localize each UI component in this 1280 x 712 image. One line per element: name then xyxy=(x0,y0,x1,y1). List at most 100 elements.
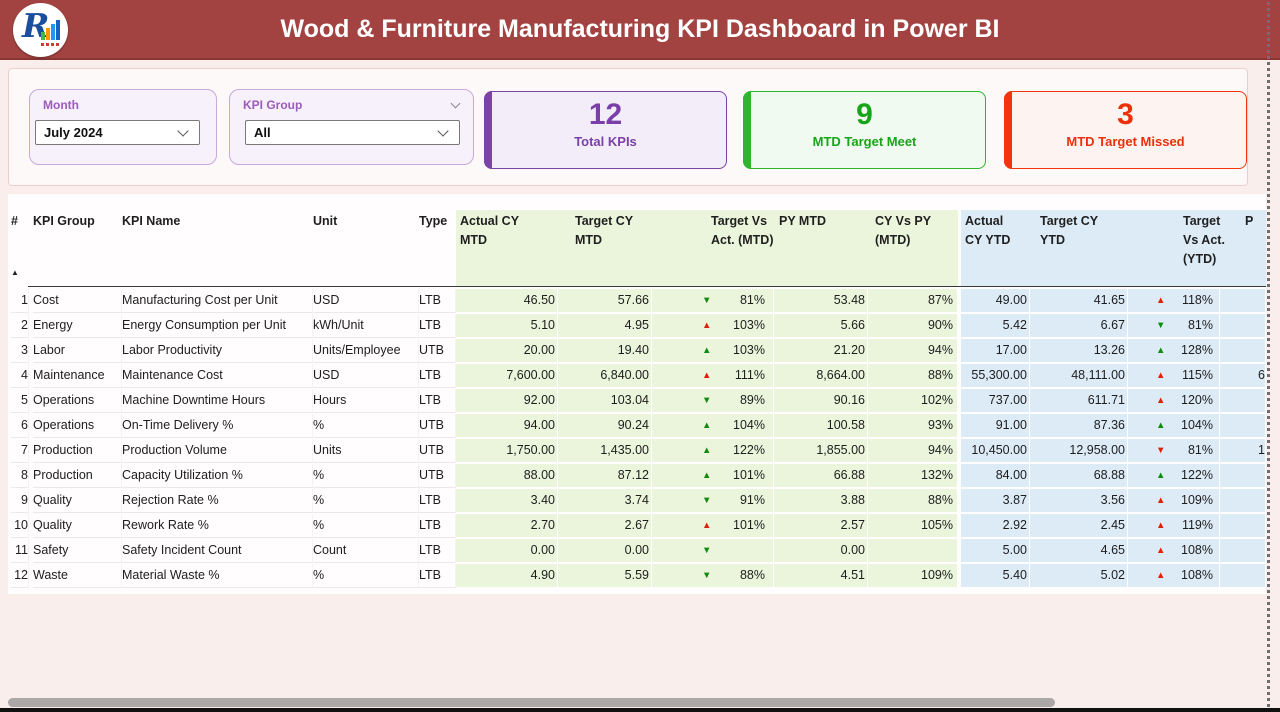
column-header-target-vs-act-ytd[interactable]: Target Vs Act. (YTD) xyxy=(1183,212,1233,269)
cell-name: Rework Rate % xyxy=(122,514,313,538)
cell-name: Energy Consumption per Unit xyxy=(122,314,313,338)
column-header-p[interactable]: P xyxy=(1245,212,1259,231)
clipped-cell xyxy=(1220,314,1266,337)
trend-percent: 111% xyxy=(652,364,773,387)
cell-t_mtd: 2.67 xyxy=(558,514,652,537)
cell-type: LTB xyxy=(419,539,456,563)
cell-a_mtd: 0.00 xyxy=(456,539,558,562)
slicer-collapse-chevron-icon[interactable] xyxy=(451,99,461,109)
vertical-scrollbar[interactable] xyxy=(1267,2,1270,708)
column-header-cy-vs-py-mtd[interactable]: CY Vs PY (MTD) xyxy=(875,212,941,250)
trend-cell: ▲122% xyxy=(1128,464,1220,487)
trend-percent: 91% xyxy=(652,489,773,512)
clipped-cell xyxy=(1220,289,1266,312)
cell-unit: Units xyxy=(313,439,419,463)
cell-t_ytd: 13.26 xyxy=(1030,339,1128,362)
cell-t_mtd: 3.74 xyxy=(558,489,652,512)
column-header-py-mtd[interactable]: PY MTD xyxy=(779,212,841,231)
table-row: 1CostManufacturing Cost per UnitUSDLTB46… xyxy=(8,289,1266,314)
cell-type: UTB xyxy=(419,339,456,363)
trend-percent: 109% xyxy=(1128,489,1219,512)
cell-type: LTB xyxy=(419,364,456,388)
cell-name: Material Waste % xyxy=(122,564,313,588)
mtd-target-meet-card: 9 MTD Target Meet xyxy=(743,91,986,169)
trend-cell: ▼91% xyxy=(652,489,774,512)
cell-name: Production Volume xyxy=(122,439,313,463)
cell-name: Capacity Utilization % xyxy=(122,464,313,488)
cell-t_mtd: 103.04 xyxy=(558,389,652,412)
column-header-target-cy-mtd[interactable]: Target CY MTD xyxy=(575,212,663,250)
trend-percent: 81% xyxy=(652,289,773,312)
trend-percent: 104% xyxy=(1128,414,1219,437)
cell-t_mtd: 19.40 xyxy=(558,339,652,362)
clipped-value: 6 xyxy=(1258,364,1265,387)
trend-percent: 104% xyxy=(652,414,773,437)
column-header-kpi-name[interactable]: KPI Name xyxy=(122,212,232,231)
clipped-cell xyxy=(1220,514,1266,537)
cell-cyvpy_pct: 132% xyxy=(868,464,958,487)
header-bar: Wood & Furniture Manufacturing KPI Dashb… xyxy=(0,0,1280,60)
column-header-col[interactable]: # xyxy=(11,212,27,231)
cell-type: UTB xyxy=(419,414,456,438)
cell-a_mtd: 94.00 xyxy=(456,414,558,437)
cell-group: Energy xyxy=(33,314,122,338)
trend-cell: ▲101% xyxy=(652,514,774,537)
trend-cell: ▲122% xyxy=(652,439,774,462)
cell-group: Maintenance xyxy=(33,364,122,388)
mtd-target-missed-card: 3 MTD Target Missed xyxy=(1004,91,1247,169)
cell-n: 4 xyxy=(11,364,29,388)
chevron-down-icon[interactable] xyxy=(177,125,188,136)
cell-t_ytd: 87.36 xyxy=(1030,414,1128,437)
trend-cell: ▼88% xyxy=(652,564,774,587)
trend-percent: 88% xyxy=(652,564,773,587)
trend-percent: 89% xyxy=(652,389,773,412)
cell-py_mtd: 1,855.00 xyxy=(774,439,868,462)
cell-unit: kWh/Unit xyxy=(313,314,419,338)
cell-py_mtd: 66.88 xyxy=(774,464,868,487)
cell-a_mtd: 1,750.00 xyxy=(456,439,558,462)
month-dropdown[interactable]: July 2024 xyxy=(35,120,200,145)
clipped-cell xyxy=(1220,539,1266,562)
chevron-down-icon[interactable] xyxy=(437,125,448,136)
header-divider xyxy=(28,286,1266,287)
column-header-actual-cy-mtd[interactable]: Actual CY MTD xyxy=(460,212,548,250)
column-header-target-vs-act-mtd[interactable]: Target Vs Act. (MTD) xyxy=(711,212,777,250)
kpi-table: ▲ #KPI GroupKPI NameUnitTypeActual CY MT… xyxy=(8,194,1266,594)
table-row: 3LaborLabor ProductivityUnits/EmployeeUT… xyxy=(8,339,1266,364)
cell-name: Machine Downtime Hours xyxy=(122,389,313,413)
table-row: 4MaintenanceMaintenance CostUSDLTB7,600.… xyxy=(8,364,1266,389)
clipped-cell xyxy=(1220,339,1266,362)
cell-a_ytd: 3.87 xyxy=(958,489,1030,512)
column-header-type[interactable]: Type xyxy=(419,212,459,231)
trend-percent: 103% xyxy=(652,339,773,362)
clipped-cell: 1 xyxy=(1220,439,1266,462)
cell-t_mtd: 57.66 xyxy=(558,289,652,312)
table-row: 9QualityRejection Rate %%LTB3.403.74▼91%… xyxy=(8,489,1266,514)
cell-a_mtd: 3.40 xyxy=(456,489,558,512)
column-header-actual-cy-ytd[interactable]: Actual CY YTD xyxy=(965,212,1017,250)
cell-py_mtd: 53.48 xyxy=(774,289,868,312)
horizontal-scrollbar[interactable] xyxy=(8,698,1055,707)
page-title: Wood & Furniture Manufacturing KPI Dashb… xyxy=(0,0,1280,60)
cell-name: On-Time Delivery % xyxy=(122,414,313,438)
trend-percent: 118% xyxy=(1128,289,1219,312)
cell-n: 1 xyxy=(11,289,29,313)
cell-name: Rejection Rate % xyxy=(122,489,313,513)
column-header-unit[interactable]: Unit xyxy=(313,212,363,231)
cell-name: Safety Incident Count xyxy=(122,539,313,563)
trend-percent: 128% xyxy=(1128,339,1219,362)
cell-t_ytd: 41.65 xyxy=(1030,289,1128,312)
total-kpis-card: 12 Total KPIs xyxy=(484,91,727,169)
cell-cyvpy_pct: 88% xyxy=(868,489,958,512)
cell-unit: USD xyxy=(313,289,419,313)
kpi-group-dropdown[interactable]: All xyxy=(245,120,460,145)
cell-type: LTB xyxy=(419,314,456,338)
cell-t_ytd: 6.67 xyxy=(1030,314,1128,337)
cell-t_ytd: 48,111.00 xyxy=(1030,364,1128,387)
column-header-target-cy-ytd[interactable]: Target CY YTD xyxy=(1040,212,1110,250)
trend-cell: ▲118% xyxy=(1128,289,1220,312)
table-row: 8ProductionCapacity Utilization %%UTB88.… xyxy=(8,464,1266,489)
trend-percent: 103% xyxy=(652,314,773,337)
column-header-kpi-group[interactable]: KPI Group xyxy=(33,212,113,231)
trend-cell: ▼81% xyxy=(652,289,774,312)
